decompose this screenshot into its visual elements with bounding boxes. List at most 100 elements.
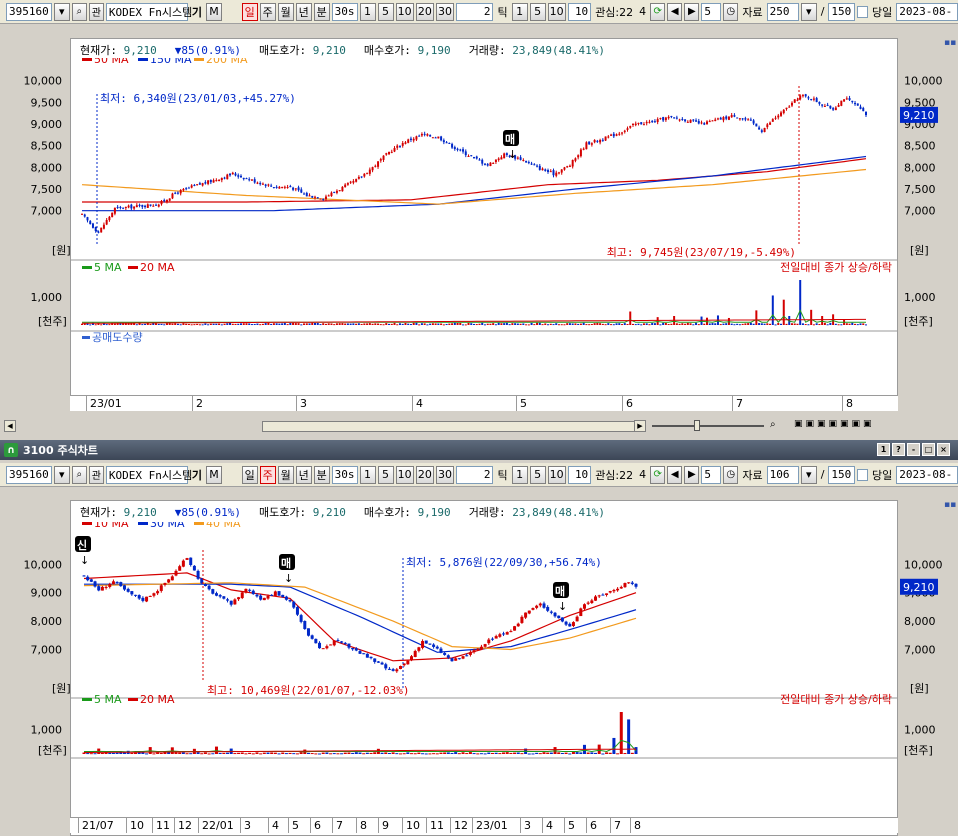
chart2-interval-button-1[interactable]: 5 [377,465,394,484]
window-button-2[interactable]: - [907,443,920,456]
chart1-next-icon[interactable]: ▶ [684,2,700,21]
chart2-interval-button-3[interactable]: 20 [415,465,434,484]
chart2-data-count-dropdown-icon[interactable]: ▾ [800,465,817,484]
chart2-next-icon[interactable]: ▶ [684,465,700,484]
chart2-interval-button-0[interactable]: 1 [359,465,376,484]
chart2-interval-button-2[interactable]: 10 [395,465,414,484]
daily-volume-bar [470,323,473,325]
daily-volume-bar [431,323,434,325]
chart1-tick-box[interactable]: 10 [567,2,592,21]
daily-candle-body [631,124,634,126]
weekly-vol-unit-left: [천주] [38,743,67,757]
chart1-tick-input[interactable]: 2 [456,2,494,21]
chart1-period-tab-4[interactable]: 분 [313,2,330,21]
chart1-date-input[interactable]: 2023-08- [896,2,958,21]
chart1-name-input[interactable]: KODEX Fn시스템 [105,2,192,21]
chart1-data-count-dropdown-icon[interactable]: ▾ [800,2,817,21]
window-button-0[interactable]: 1 [877,443,890,456]
daily-candle-body [464,151,467,156]
weekly-volume-bar [516,752,520,754]
chart2-max-count-input[interactable]: 150 [828,465,856,484]
zoom-slider[interactable] [652,425,764,427]
chart1-interval-button-1[interactable]: 5 [377,2,394,21]
chart2-tick-button-1[interactable]: 5 [529,465,546,484]
chart1-prev-icon[interactable]: ◀ [667,2,683,21]
chart1-tick-button-2[interactable]: 10 [547,2,566,21]
chart1-interval-button-0[interactable]: 1 [359,2,376,21]
chart1-period-tab-0[interactable]: 일 [241,2,258,21]
window-button-3[interactable]: □ [922,443,935,456]
chart2-clock-icon[interactable]: ◷ [723,465,739,484]
zoom-slider-thumb[interactable] [694,420,700,431]
chart1-refresh-icon[interactable]: ⟳ [650,2,666,21]
chart2-m-button[interactable]: M [206,465,222,484]
chart2-code-dropdown-icon[interactable]: ▾ [53,465,70,484]
chart2-tick-box[interactable]: 10 [567,465,592,484]
weekly-volume-bar [288,752,292,754]
daily-volume-bar [812,324,815,326]
weekly-chart-svg[interactable]: 10,00010,0009,0009,0008,0008,0007,0007,0… [0,522,958,816]
chart1-interval-button-2[interactable]: 10 [395,2,414,21]
chart1-related-button[interactable]: 관 [88,2,104,21]
chart1-code-input[interactable]: 395160 [6,2,52,21]
window-button-4[interactable]: × [937,443,950,456]
chart2-period-tab-2[interactable]: 월 [277,465,294,484]
chart1-code-dropdown-icon[interactable]: ▾ [53,2,70,21]
chart2-tick-button-2[interactable]: 10 [547,465,566,484]
chart1-interval-button-4[interactable]: 30 [435,2,455,21]
current-price-value: 9,210 [123,44,157,57]
chart1-step-input[interactable]: 5 [701,2,722,21]
chart1-period-tab-2[interactable]: 월 [277,2,294,21]
weekly-candle-body [277,591,281,596]
chart2-period-tab-0[interactable]: 일 [241,465,258,484]
chart1-today-checkbox[interactable] [857,5,869,18]
chart1-m-button[interactable]: M [206,2,222,21]
scroll-track[interactable] [262,420,640,432]
chart2-related-button[interactable]: 관 [88,465,104,484]
chart-scrollbar[interactable]: ◀ ▶ ⌕ ▣▣▣▣▣▣▣ [4,419,954,433]
chart1-minute-box[interactable]: 30s [331,2,358,21]
chart2-tick-input[interactable]: 2 [456,465,494,484]
daily-volume-bar [207,324,210,326]
chart2-refresh-icon[interactable]: ⟳ [650,465,666,484]
chart2-interval-button-4[interactable]: 30 [435,465,455,484]
chart2-prev-icon[interactable]: ◀ [667,465,683,484]
daily-candle-body [807,97,810,99]
chart2-step-input[interactable]: 5 [701,465,722,484]
chart2-tick-button-0[interactable]: 1 [511,465,528,484]
collapse-icon[interactable]: ▪▪ [944,500,956,510]
chart1-interval-button-3[interactable]: 20 [415,2,434,21]
chart1-max-count-input[interactable]: 150 [828,2,856,21]
daily-candle-body [215,180,218,182]
chart2-date-input[interactable]: 2023-08- [896,465,958,484]
chart1-search-icon[interactable]: ⌕ [71,2,87,21]
daily-volume-bar [245,323,248,325]
chart2-data-count-input[interactable]: 106 [766,465,799,484]
zoom-magnifier-icon[interactable]: ⌕ [770,419,776,430]
window-button-1[interactable]: ? [892,443,905,456]
scroll-right-icon[interactable]: ▶ [634,420,646,432]
chart2-search-icon[interactable]: ⌕ [71,465,87,484]
collapse-icon[interactable]: ▪▪ [944,38,956,48]
chart-tools-icons[interactable]: ▣▣▣▣▣▣▣ [794,419,875,429]
chart1-clock-icon[interactable]: ◷ [723,2,739,21]
chart2-code-input[interactable]: 395160 [6,465,52,484]
scroll-left-icon[interactable]: ◀ [4,420,16,432]
weekly-volume-bar [502,752,506,754]
chart1-period-tab-3[interactable]: 년 [295,2,312,21]
chart2-name-input[interactable]: KODEX Fn시스템 [105,465,192,484]
daily-chart-svg[interactable]: 10,000 10,0009,500 9,5009,000 9,0008,500 8,5… [0,58,958,408]
chart2-period-tab-1[interactable]: 주 [259,465,276,484]
chart2-minute-box[interactable]: 30s [331,465,358,484]
daily-candle-body [843,99,846,102]
chart1-tick-button-1[interactable]: 5 [529,2,546,21]
weekly-marker-arrow-0: ↓ [80,554,89,567]
chart1-tick-button-0[interactable]: 1 [511,2,528,21]
daily-volume-bar [651,323,654,325]
chart1-data-count-input[interactable]: 250 [766,2,799,21]
chart2-period-tab-3[interactable]: 년 [295,465,312,484]
weekly-candle-body [509,631,513,633]
chart2-today-checkbox[interactable] [857,468,869,481]
chart1-period-tab-1[interactable]: 주 [259,2,276,21]
chart2-period-tab-4[interactable]: 분 [313,465,330,484]
